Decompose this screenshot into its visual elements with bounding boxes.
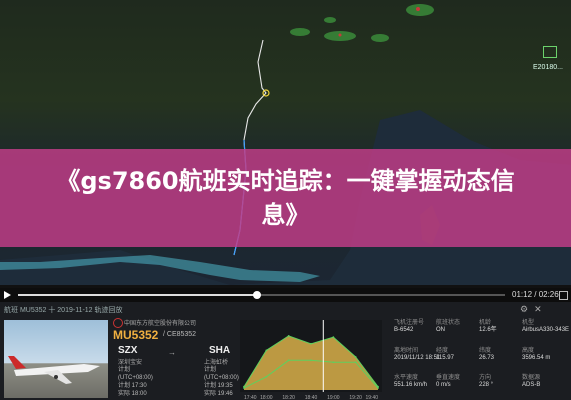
stat-item: 高度 3596.54 m — [522, 348, 550, 362]
chart-point-s0-2 — [287, 334, 290, 337]
chart-point-s1-3 — [310, 359, 312, 362]
playback-knob[interactable] — [252, 291, 261, 299]
weather-badge-label: E20180... — [533, 64, 563, 71]
flight-header: 航班 MU5352 十 2019-11-12 轨迹回放 — [4, 307, 123, 314]
stat-item: 水平速度 551.16 km/h — [394, 375, 427, 389]
stat-item: 方向 228 ° — [479, 375, 493, 389]
destination-city: 上海虹桥 — [204, 360, 229, 366]
chart-point-s1-2 — [287, 359, 290, 362]
destination-code: SHA — [209, 345, 231, 356]
weather-cells — [290, 4, 434, 42]
stat-item: 数据源 ADS-B — [522, 375, 540, 389]
stat-value: 12.6年 — [479, 327, 497, 333]
chart-point-s1-6 — [377, 387, 379, 389]
chart-tick-label: 18:20 — [282, 395, 295, 400]
weather-badge-icon — [543, 46, 557, 58]
stat-value: B-6542 — [394, 327, 414, 333]
stat-label: 航班状态 — [436, 320, 461, 326]
chart-tick-label: 18:00 — [260, 395, 273, 400]
stat-label: 数据源 — [522, 375, 541, 381]
stat-item: 经度 115.97 — [436, 348, 454, 362]
stat-label: 离地时间 — [394, 348, 419, 354]
flight-number: MU5352 — [113, 328, 159, 342]
stat-value: 26.73 — [479, 355, 495, 361]
altitude-speed-chart[interactable]: 17:40 18:00 18:20 18:40 19:00 19:20 19:40 — [240, 320, 382, 400]
chart-point-s0-1 — [265, 349, 268, 352]
chart-point-s1-4 — [332, 361, 335, 364]
stat-item: 垂直速度 0 m/s — [436, 375, 460, 389]
stat-value: 228 ° — [479, 382, 494, 388]
codeshare-number: / CE85352 — [163, 331, 197, 338]
weather-badge[interactable]: E20180... — [533, 46, 565, 74]
fullscreen-icon[interactable] — [559, 291, 568, 300]
stat-label: 方向 — [479, 375, 492, 381]
playback-progress — [18, 294, 257, 296]
stat-item: 飞机注册号 B-6542 — [394, 320, 424, 334]
stat-value: ON — [436, 327, 445, 333]
origin-code: SZX — [118, 345, 138, 356]
stat-value: AirbusA330-343E — [522, 327, 570, 333]
stat-label: 垂直速度 — [436, 375, 461, 381]
stat-value: ADS-B — [522, 382, 541, 388]
playback-time: 01:12 / 02:26 — [512, 290, 559, 299]
play-icon[interactable] — [4, 291, 11, 299]
stat-value: 0 m/s — [436, 382, 451, 388]
destination-times: 计划 (UTC+08:00) 计划 19:35 实际 19:46 — [204, 367, 239, 397]
close-icon[interactable]: ✕ — [534, 304, 542, 314]
stat-label: 高度 — [522, 348, 535, 354]
chart-tick-label: 19:20 — [349, 395, 362, 400]
stat-item: 纬度 26.73 — [479, 348, 494, 362]
stat-item: 离地时间 2019/11/12 18:51 — [394, 348, 440, 362]
chart-point-s0-3 — [310, 342, 312, 345]
airline-name: 中国东方航空股份有限公司 — [124, 321, 197, 327]
chart-point-s1-5 — [354, 361, 357, 364]
aircraft-photo — [4, 320, 108, 398]
airline-logo-icon — [113, 318, 123, 328]
stat-item: 航班状态 ON — [436, 320, 460, 334]
flight-info-panel: 航班 MU5352 十 2019-11-12 轨迹回放 ⚙ ✕ 中国东方航空股份… — [0, 302, 571, 400]
stat-value: 2019/11/12 18:51 — [394, 355, 441, 361]
chart-tick-label: 19:40 — [365, 395, 378, 400]
chart-tick-label: 18:40 — [305, 395, 318, 400]
route-arrow-icon: → — [168, 348, 176, 357]
chart-point-s0-5 — [354, 356, 357, 358]
stat-item: 机型 AirbusA330-343E — [522, 320, 569, 334]
stat-label: 水平速度 — [394, 375, 419, 381]
stat-label: 经度 — [436, 348, 449, 354]
chart-tick-label: 17:40 — [244, 395, 257, 400]
chart-tick-label: 19:00 — [327, 395, 340, 400]
panel-tools: ⚙ ✕ — [520, 304, 542, 314]
stat-item: 机龄 12.6年 — [479, 320, 497, 334]
flight-replay-page: E20180... 《gs7860航班实时追踪：一键掌握动态信息》 01:12 … — [0, 0, 571, 400]
origin-city: 深圳宝安 — [118, 360, 143, 366]
origin-times: 计划 (UTC+08:00) 计划 17:30 实际 18:00 — [118, 367, 153, 397]
chart-point-s0-4 — [332, 336, 335, 339]
settings-icon[interactable]: ⚙ — [520, 304, 528, 314]
page-title: 《gs7860航班实时追踪：一键掌握动态信息》 — [56, 167, 515, 229]
playback-track[interactable] — [18, 291, 505, 299]
stat-label: 飞机注册号 — [394, 320, 425, 326]
stat-label: 纬度 — [479, 348, 492, 354]
playback-bar: 01:12 / 02:26 — [0, 288, 571, 302]
stat-value: 3596.54 m — [522, 355, 551, 361]
stat-value: 115.97 — [436, 355, 454, 361]
chart-point-s1-1 — [265, 375, 268, 378]
stat-label: 机型 — [522, 320, 535, 326]
flight-stats: 飞机注册号 B-6542 航班状态 ON 机龄 12.6年 机型 AirbusA330-343… — [394, 320, 569, 400]
stat-label: 机龄 — [479, 320, 492, 326]
stat-value: 551.16 km/h — [394, 382, 428, 388]
chart-point-s1-0 — [243, 387, 245, 389]
title-banner: 《gs7860航班实时追踪：一键掌握动态信息》 — [0, 149, 571, 247]
